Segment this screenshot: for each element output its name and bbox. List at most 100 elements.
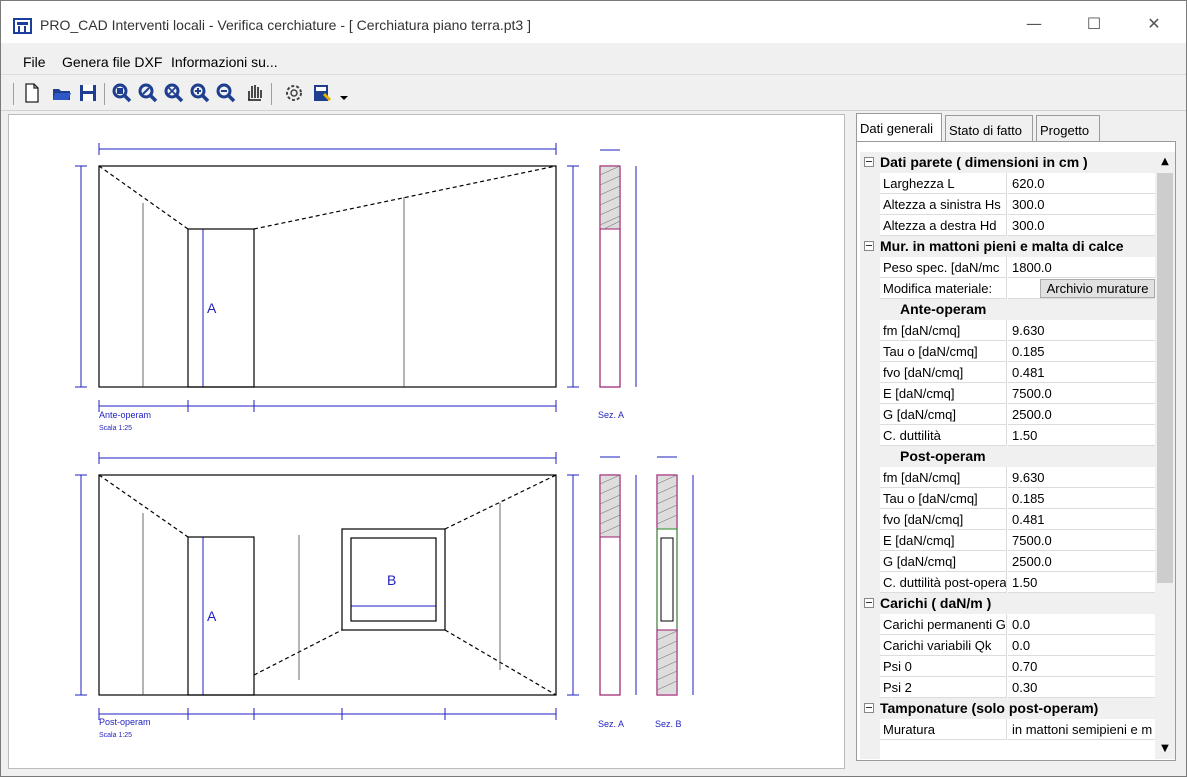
property-row[interactable]: C. duttilità post-opera 1.50 <box>860 572 1155 593</box>
toolbar <box>1 77 1186 111</box>
category-tamponature[interactable]: Tamponature (solo post-operam) <box>860 698 1155 719</box>
post-e-value[interactable]: 7500.0 <box>1008 530 1155 551</box>
property-row[interactable]: fm [daN/cmq] 9.630 <box>860 467 1155 488</box>
maximize-button[interactable]: ☐ <box>1071 9 1117 39</box>
property-row[interactable]: Carichi permanenti G 0.0 <box>860 614 1155 635</box>
settings-gear-icon[interactable] <box>283 82 305 104</box>
ante-scale-label: Scala 1:25 <box>99 425 132 432</box>
ante-fvo-value[interactable]: 0.481 <box>1008 362 1155 383</box>
post-section-b <box>656 456 694 696</box>
property-label: G [daN/cmq] <box>880 404 1007 425</box>
psi2-value[interactable]: 0.30 <box>1008 677 1155 698</box>
post-fm-value[interactable]: 9.630 <box>1008 467 1155 488</box>
property-row[interactable]: Modifica materiale: Archivio murature <box>860 278 1155 299</box>
property-row[interactable]: Psi 0 0.70 <box>860 656 1155 677</box>
property-row[interactable]: E [daN/cmq] 7500.0 <box>860 383 1155 404</box>
cad-drawing: A Ante-operam Scala 1:25 Sez. A A B Post… <box>75 143 694 739</box>
ante-operam-elevation <box>75 143 579 412</box>
zoom-window-icon[interactable] <box>111 82 133 104</box>
tab-progetto[interactable]: Progetto <box>1036 115 1100 141</box>
new-file-icon[interactable] <box>21 82 43 104</box>
zoom-all-icon[interactable] <box>163 82 185 104</box>
property-row[interactable]: Psi 2 0.30 <box>860 677 1155 698</box>
title-bar: PRO_CAD Interventi locali - Verifica cer… <box>1 1 1186 43</box>
scroll-up-icon[interactable]: ▲ <box>1155 152 1175 172</box>
category-muratura[interactable]: Mur. in mattoni pieni e malta di calce <box>860 236 1155 257</box>
property-row[interactable]: G [daN/cmq] 2500.0 <box>860 404 1155 425</box>
drawing-canvas[interactable]: A Ante-operam Scala 1:25 Sez. A A B Post… <box>8 114 845 769</box>
zoom-extents-icon[interactable] <box>137 82 159 104</box>
property-label: Psi 0 <box>880 656 1007 677</box>
property-row[interactable]: C. duttilità 1.50 <box>860 425 1155 446</box>
dropdown-arrow-icon[interactable] <box>333 82 348 104</box>
ante-section-a-label: Sez. A <box>598 410 624 420</box>
property-row[interactable]: E [daN/cmq] 7500.0 <box>860 530 1155 551</box>
post-fvo-value[interactable]: 0.481 <box>1008 509 1155 530</box>
scroll-down-icon[interactable]: ▼ <box>1155 739 1175 759</box>
property-row[interactable]: Tau o [daN/cmq] 0.185 <box>860 341 1155 362</box>
peso-value[interactable]: 1800.0 <box>1008 257 1155 278</box>
minimize-button[interactable]: — <box>1011 9 1057 39</box>
collapse-icon[interactable] <box>864 703 874 713</box>
menu-genera-dxf[interactable]: Genera file DXF <box>62 54 162 70</box>
menu-file[interactable]: File <box>23 54 46 70</box>
ante-tau-value[interactable]: 0.185 <box>1008 341 1155 362</box>
collapse-icon[interactable] <box>864 157 874 167</box>
post-g-value[interactable]: 2500.0 <box>1008 551 1155 572</box>
scrollbar-thumb[interactable] <box>1157 173 1173 583</box>
zoom-in-icon[interactable] <box>189 82 211 104</box>
category-dati-parete[interactable]: Dati parete ( dimensioni in cm ) <box>860 152 1155 173</box>
collapse-icon[interactable] <box>864 598 874 608</box>
property-row[interactable]: fvo [daN/cmq] 0.481 <box>860 509 1155 530</box>
zoom-out-icon[interactable] <box>215 82 237 104</box>
post-duttilita-value[interactable]: 1.50 <box>1008 572 1155 593</box>
toolbar-separator <box>271 83 272 105</box>
post-tau-value[interactable]: 0.185 <box>1008 488 1155 509</box>
property-label: Tau o [daN/cmq] <box>880 488 1007 509</box>
property-grid: Dati parete ( dimensioni in cm ) Larghez… <box>860 152 1155 759</box>
post-opening-b-label: B <box>387 572 396 588</box>
save-icon[interactable] <box>77 82 99 104</box>
psi0-value[interactable]: 0.70 <box>1008 656 1155 677</box>
property-label: fvo [daN/cmq] <box>880 509 1007 530</box>
property-row[interactable]: Muratura in mattoni semipieni e m <box>860 719 1155 740</box>
tab-stato-di-fatto[interactable]: Stato di fatto <box>945 115 1033 141</box>
property-row[interactable]: Tau o [daN/cmq] 0.185 <box>860 488 1155 509</box>
altezza-sinistra-value[interactable]: 300.0 <box>1008 194 1155 215</box>
muratura-value[interactable]: in mattoni semipieni e m <box>1008 719 1155 740</box>
archivio-murature-button[interactable]: Archivio murature <box>1040 279 1155 298</box>
property-row[interactable]: Larghezza L 620.0 <box>860 173 1155 194</box>
ante-g-value[interactable]: 2500.0 <box>1008 404 1155 425</box>
property-row[interactable]: Peso spec. [daN/mc 1800.0 <box>860 257 1155 278</box>
property-row[interactable]: Carichi variabili Qk 0.0 <box>860 635 1155 656</box>
property-row[interactable]: fm [daN/cmq] 9.630 <box>860 320 1155 341</box>
carichi-variabili-value[interactable]: 0.0 <box>1008 635 1155 656</box>
property-row[interactable]: Altezza a sinistra Hs 300.0 <box>860 194 1155 215</box>
larghezza-value[interactable]: 620.0 <box>1008 173 1155 194</box>
property-row[interactable]: G [daN/cmq] 2500.0 <box>860 551 1155 572</box>
open-folder-icon[interactable] <box>51 82 73 104</box>
vertical-scrollbar[interactable]: ▲ ▼ <box>1155 152 1175 759</box>
collapse-icon[interactable] <box>864 241 874 251</box>
altezza-destra-value[interactable]: 300.0 <box>1008 215 1155 236</box>
property-label: Larghezza L <box>880 173 1007 194</box>
menu-informazioni[interactable]: Informazioni su... <box>171 54 278 70</box>
close-button[interactable]: ✕ <box>1131 9 1177 39</box>
toolbar-separator <box>104 83 105 105</box>
tab-dati-generali[interactable]: Dati generali <box>856 113 942 141</box>
app-logo-icon <box>13 18 32 34</box>
calculate-icon[interactable] <box>311 82 333 104</box>
ante-duttilita-value[interactable]: 1.50 <box>1008 425 1155 446</box>
category-carichi[interactable]: Carichi ( daN/m ) <box>860 593 1155 614</box>
property-label: Altezza a sinistra Hs <box>880 194 1007 215</box>
ante-operam-label: Ante-operam <box>99 410 151 420</box>
ante-fm-value[interactable]: 9.630 <box>1008 320 1155 341</box>
subheader-label: Post-operam <box>900 448 986 464</box>
property-row[interactable]: Altezza a destra Hd 300.0 <box>860 215 1155 236</box>
pan-hand-icon[interactable] <box>243 82 265 104</box>
property-panel: Dati parete ( dimensioni in cm ) Larghez… <box>856 141 1176 761</box>
carichi-permanenti-value[interactable]: 0.0 <box>1008 614 1155 635</box>
ante-e-value[interactable]: 7500.0 <box>1008 383 1155 404</box>
property-label: Psi 2 <box>880 677 1007 698</box>
property-row[interactable]: fvo [daN/cmq] 0.481 <box>860 362 1155 383</box>
